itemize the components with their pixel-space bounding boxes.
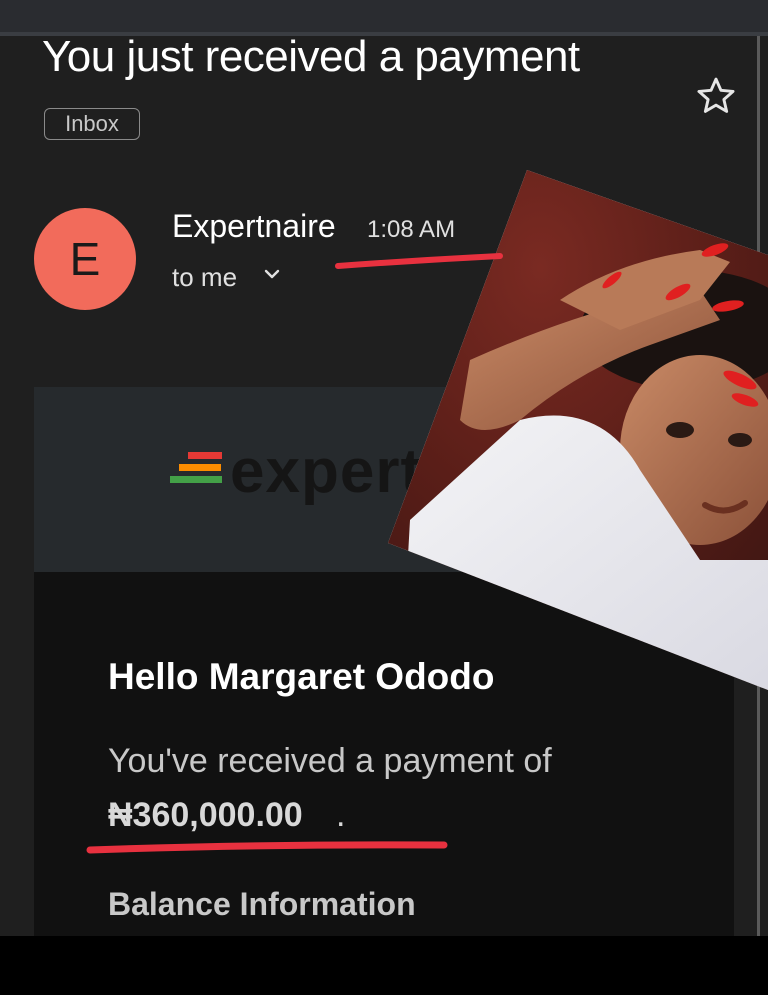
eye: [728, 433, 752, 447]
overlay-photo: [388, 170, 768, 690]
bottom-bar: [0, 936, 768, 995]
eye: [666, 422, 694, 438]
screen: You just received a payment Inbox E Expe…: [0, 0, 768, 995]
